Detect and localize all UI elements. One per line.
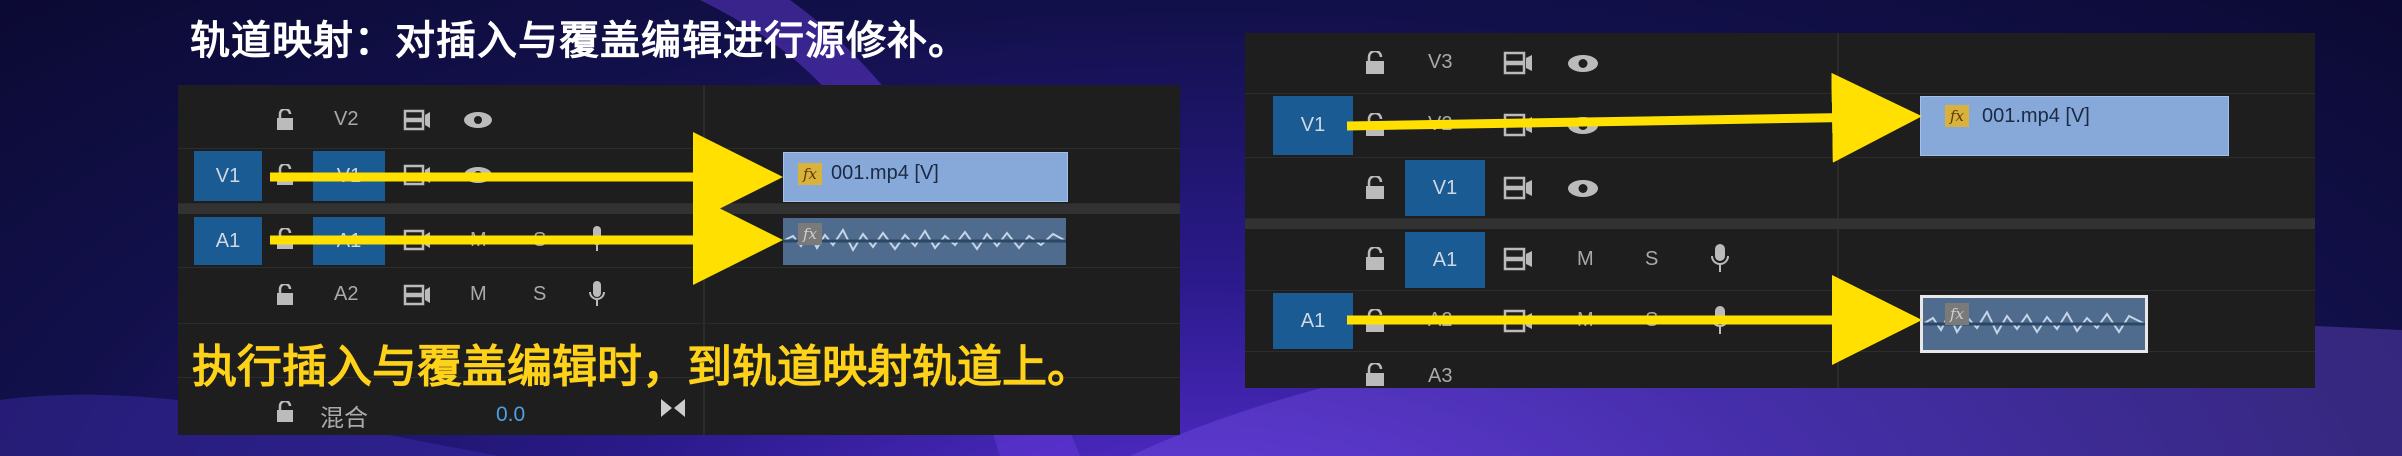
lock-icon[interactable] (1365, 309, 1385, 333)
sync-lock-icon[interactable] (1503, 51, 1533, 75)
mute-button[interactable]: M (1577, 309, 1594, 332)
lock-icon[interactable] (1365, 113, 1385, 137)
clip-name: 001.mp4 [V] (831, 162, 939, 184)
solo-button[interactable]: S (533, 283, 546, 306)
eye-icon[interactable] (463, 166, 493, 184)
video-audio-separator (1245, 219, 2315, 229)
source-patch-a1[interactable]: A1 (194, 217, 262, 265)
sync-lock-icon[interactable] (403, 284, 431, 306)
sync-lock-icon[interactable] (403, 164, 431, 186)
sync-lock-icon[interactable] (403, 229, 431, 251)
microphone-icon[interactable] (1710, 305, 1730, 335)
lock-icon[interactable] (1365, 363, 1385, 387)
track-header-divider (1837, 33, 1839, 388)
microphone-icon[interactable] (588, 225, 606, 253)
caption: 执行插入与覆盖编辑时，到轨道映射轨道上。 (192, 340, 1093, 393)
eye-icon[interactable] (1567, 179, 1599, 198)
sync-lock-icon[interactable] (1503, 176, 1533, 200)
sync-lock-icon[interactable] (1503, 247, 1533, 271)
sync-lock-icon[interactable] (1503, 113, 1533, 137)
microphone-icon[interactable] (588, 280, 606, 308)
timeline-panel-right: V3 V1 V2 fx 001.mp4 [V] V1 A1 M S A1 A2 … (1245, 33, 2315, 388)
fx-badge: fx (1945, 303, 1969, 325)
audio-clip[interactable] (783, 218, 1066, 265)
track-label-a3[interactable]: A3 (1428, 365, 1452, 388)
mute-button[interactable]: M (1577, 248, 1594, 271)
source-patch-v1[interactable]: V1 (194, 151, 262, 201)
video-audio-separator (178, 204, 1180, 214)
microphone-icon[interactable] (1710, 243, 1730, 273)
lock-icon[interactable] (1365, 51, 1385, 75)
lock-icon[interactable] (1365, 247, 1385, 271)
lock-icon[interactable] (1365, 176, 1385, 200)
track-label-v2[interactable]: V2 (1428, 113, 1452, 136)
track-target-v1[interactable]: V1 (313, 151, 385, 201)
lock-icon[interactable] (276, 164, 294, 186)
lock-icon[interactable] (276, 109, 294, 131)
track-label-a2[interactable]: A2 (1428, 309, 1452, 332)
slide-title: 轨道映射：对插入与覆盖编辑进行源修补。 (190, 18, 969, 64)
track-target-a1[interactable]: A1 (1405, 232, 1485, 288)
fx-badge: fx (1945, 105, 1969, 127)
eye-icon[interactable] (1567, 54, 1599, 73)
fx-badge: fx (798, 223, 822, 245)
solo-button[interactable]: S (533, 229, 546, 252)
lock-icon[interactable] (276, 284, 294, 306)
source-patch-a1[interactable]: A1 (1273, 293, 1353, 349)
clip-name: 001.mp4 [V] (1982, 105, 2090, 127)
fx-badge: fx (798, 163, 822, 185)
track-target-a1[interactable]: A1 (313, 217, 385, 265)
mute-button[interactable]: M (470, 229, 487, 252)
solo-button[interactable]: S (1645, 309, 1658, 332)
track-target-v1[interactable]: V1 (1405, 160, 1485, 216)
sync-lock-icon[interactable] (403, 109, 431, 131)
track-label-v2[interactable]: V2 (334, 108, 358, 131)
eye-icon[interactable] (1567, 116, 1599, 135)
bowtie-icon[interactable] (660, 397, 686, 419)
sync-lock-icon[interactable] (1503, 309, 1533, 333)
mix-volume-value[interactable]: 0.0 (496, 403, 525, 427)
source-patch-v1[interactable]: V1 (1273, 96, 1353, 155)
solo-button[interactable]: S (1645, 248, 1658, 271)
mix-label: 混合 (320, 404, 368, 432)
waveform (783, 228, 1066, 253)
lock-icon[interactable] (276, 228, 294, 250)
track-label-a2[interactable]: A2 (334, 283, 358, 306)
mute-button[interactable]: M (470, 283, 487, 306)
eye-icon[interactable] (463, 111, 493, 129)
track-label-v3[interactable]: V3 (1428, 51, 1452, 74)
lock-icon[interactable] (276, 401, 294, 423)
